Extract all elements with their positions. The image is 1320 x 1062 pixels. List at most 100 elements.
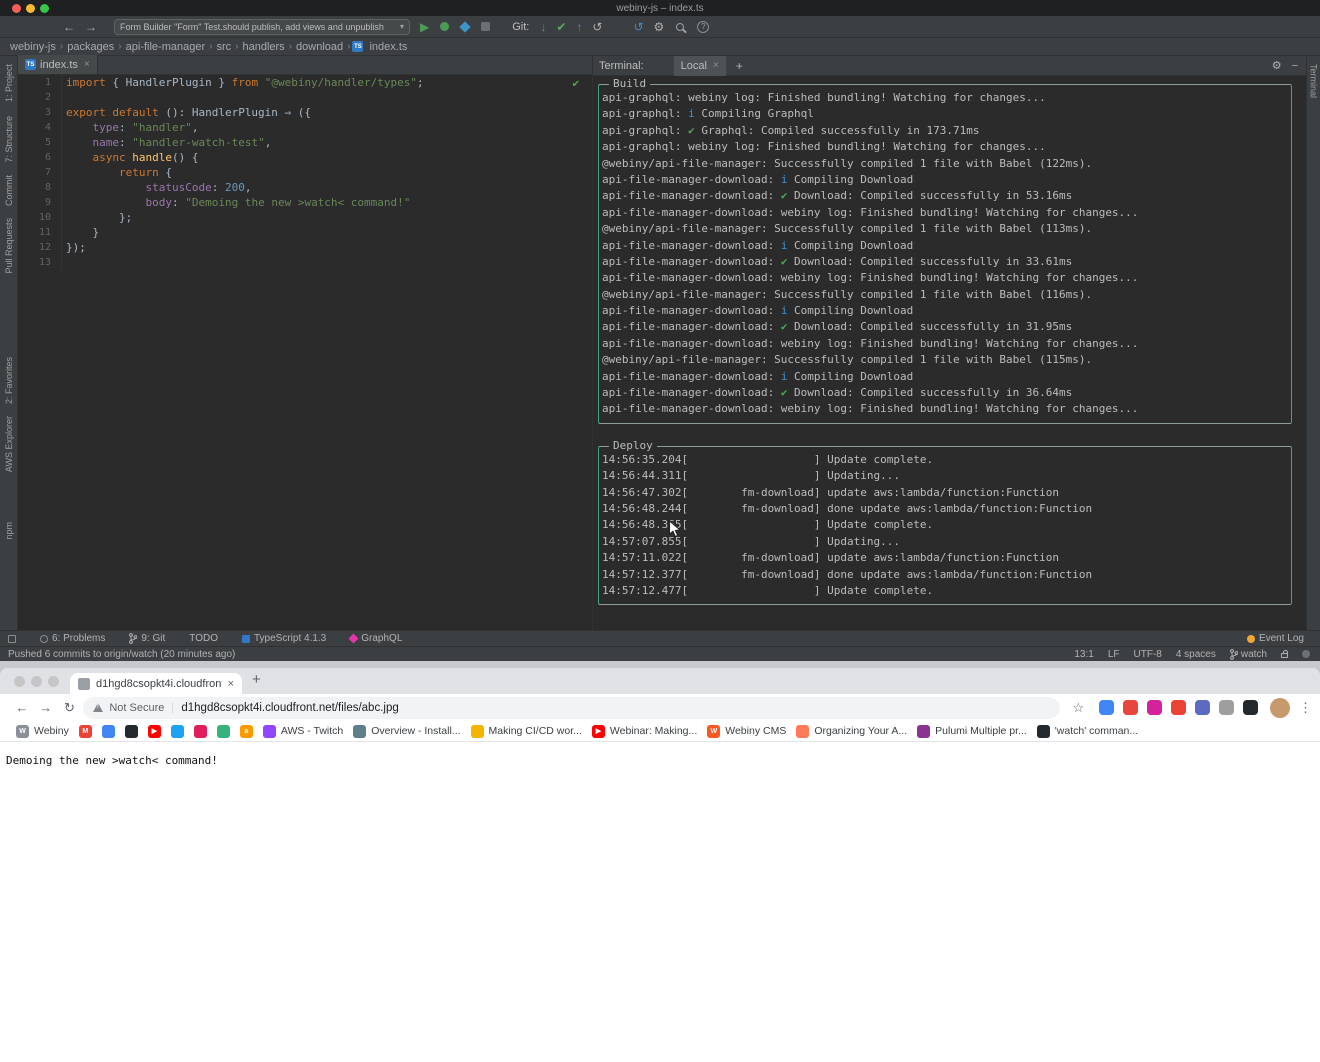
hide-panel-icon[interactable]: − <box>1292 60 1298 72</box>
bookmark-item[interactable] <box>125 725 138 738</box>
file-encoding[interactable]: UTF-8 <box>1134 649 1162 660</box>
bookmark-item[interactable]: ▶ Webinar: Making... <box>592 725 697 738</box>
bookmark-item[interactable] <box>171 725 184 738</box>
breadcrumb-item[interactable]: webiny-js <box>10 41 56 53</box>
browser-menu-icon[interactable]: ⋮ <box>1299 700 1312 716</box>
extension-icon[interactable] <box>1099 700 1114 715</box>
avatar[interactable] <box>1270 698 1290 718</box>
code-line[interactable]: 11 } <box>18 225 592 240</box>
code-line[interactable]: 3 export default (): HandlerPlugin ⇒ ({ <box>18 105 592 120</box>
sidebar-item-structure[interactable]: 7: Structure <box>4 116 14 163</box>
browser-tab[interactable]: d1hgd8csopkt4i.cloudfront.ne × <box>70 673 242 694</box>
code-line[interactable]: 12 }); <box>18 240 592 255</box>
sidebar-item-favorites[interactable]: 2: Favorites <box>4 357 14 404</box>
code-line[interactable]: 4 type: "handler", <box>18 120 592 135</box>
bookmark-item[interactable]: Making CI/CD wor... <box>471 725 582 738</box>
code-line[interactable]: 6 async handle() { <box>18 150 592 165</box>
bookmark-item[interactable] <box>194 725 207 738</box>
bookmark-item[interactable]: ▶ <box>148 725 161 738</box>
git-branch-widget[interactable]: watch <box>1230 649 1267 660</box>
browser-back-icon[interactable]: ← <box>10 700 34 715</box>
code-line[interactable]: 9 body: "Demoing the new >watch< command… <box>18 195 592 210</box>
sidebar-item-npm[interactable]: npm <box>4 522 14 540</box>
profiler-button[interactable] <box>481 22 490 31</box>
code-line[interactable]: 13 <box>18 255 592 270</box>
bookmark-star-icon[interactable]: ☆ <box>1068 700 1088 716</box>
bookmark-item[interactable]: a <box>240 725 253 738</box>
new-terminal-icon[interactable]: + <box>736 59 743 73</box>
sidebar-item-commit[interactable]: Commit <box>4 175 14 206</box>
toolwindow-problems[interactable]: 6: Problems <box>40 633 105 644</box>
extension-icon[interactable] <box>1219 700 1234 715</box>
inspections-level-icon[interactable] <box>1302 650 1310 658</box>
run-configuration-select[interactable]: Form Builder "Form" Test.should publish,… <box>114 19 410 35</box>
extension-icon[interactable] <box>1195 700 1210 715</box>
breadcrumb-item[interactable]: download <box>296 41 343 53</box>
toolwindow-switcher-icon[interactable] <box>8 635 16 643</box>
close-icon[interactable]: × <box>713 60 719 71</box>
git-push-icon[interactable]: ↑ <box>576 21 582 33</box>
ide-zoom-button[interactable] <box>40 4 49 13</box>
browser-zoom-button[interactable] <box>48 676 59 687</box>
close-icon[interactable]: × <box>84 59 90 70</box>
reload-icon[interactable]: ↻ <box>58 700 82 716</box>
bookmark-item[interactable]: 'watch' comman... <box>1037 725 1138 738</box>
toolwindow-typescript[interactable]: TypeScript 4.1.3 <box>242 633 326 644</box>
sidebar-item-terminal[interactable]: Terminal <box>1309 64 1319 98</box>
bookmark-item[interactable]: Pulumi Multiple pr... <box>917 725 1027 738</box>
breadcrumb-item[interactable]: packages <box>67 41 114 53</box>
editor-tab-index-ts[interactable]: TS index.ts × <box>18 55 98 74</box>
run-button[interactable]: ▶ <box>420 21 429 33</box>
sidebar-item-aws-explorer[interactable]: AWS Explorer <box>4 416 14 472</box>
coverage-button[interactable] <box>460 21 471 32</box>
search-everywhere-icon[interactable] <box>676 23 684 31</box>
code-line[interactable]: 2 <box>18 90 592 105</box>
ide-minimize-button[interactable] <box>26 4 35 13</box>
indent-size[interactable]: 4 spaces <box>1176 649 1216 660</box>
bookmark-item[interactable]: M <box>79 725 92 738</box>
lock-icon[interactable] <box>1281 653 1288 658</box>
bookmark-item[interactable]: Organizing Your A... <box>796 725 907 738</box>
git-update-icon[interactable]: ↓ <box>540 21 546 33</box>
code-line[interactable]: 5 name: "handler-watch-test", <box>18 135 592 150</box>
toolwindow-todo[interactable]: TODO <box>189 633 218 644</box>
rollback-icon[interactable]: ↺ <box>633 21 643 33</box>
caret-position[interactable]: 13:1 <box>1074 649 1093 660</box>
code-line[interactable]: 7 return { <box>18 165 592 180</box>
git-history-icon[interactable]: ↺ <box>592 21 602 33</box>
code-line[interactable]: 1 import { HandlerPlugin } from "@webiny… <box>18 75 592 90</box>
terminal-tab-local[interactable]: Local × <box>674 56 726 76</box>
toolwindow-event-log[interactable]: Event Log <box>1247 633 1304 644</box>
breadcrumb-item[interactable]: index.ts <box>369 41 407 53</box>
settings-gear-icon[interactable]: ⚙ <box>654 21 665 33</box>
breadcrumb-item[interactable]: src <box>216 41 231 53</box>
help-icon[interactable]: ? <box>697 21 709 33</box>
toolwindow-graphql[interactable]: GraphQL <box>350 633 402 644</box>
url-text[interactable]: d1hgd8csopkt4i.cloudfront.net/files/abc.… <box>181 702 398 714</box>
browser-close-button[interactable] <box>14 676 25 687</box>
browser-minimize-button[interactable] <box>31 676 42 687</box>
bookmark-item[interactable] <box>102 725 115 738</box>
terminal-output[interactable]: Build api-graphql: webiny log: Finished … <box>593 84 1306 638</box>
forward-icon[interactable]: → <box>85 21 97 33</box>
code-line[interactable]: 8 statusCode: 200, <box>18 180 592 195</box>
not-secure-icon[interactable] <box>93 703 103 712</box>
ide-close-button[interactable] <box>12 4 21 13</box>
bookmark-item[interactable]: Overview - Install... <box>353 725 460 738</box>
debug-button[interactable] <box>440 22 449 31</box>
bookmark-item[interactable] <box>217 725 230 738</box>
code-editor[interactable]: ✔ 1 import { HandlerPlugin } from "@webi… <box>18 75 592 630</box>
extension-icon[interactable] <box>1171 700 1186 715</box>
sidebar-item-project[interactable]: 1: Project <box>4 64 14 102</box>
terminal-settings-gear-icon[interactable]: ⚙ <box>1272 59 1282 72</box>
bookmark-item[interactable]: W Webiny CMS <box>707 725 786 738</box>
sidebar-item-pull-requests[interactable]: Pull Requests <box>4 218 14 274</box>
breadcrumb-item[interactable]: handlers <box>242 41 284 53</box>
code-line[interactable]: 10 }; <box>18 210 592 225</box>
bookmark-item[interactable]: AWS - Twitch <box>263 725 343 738</box>
breadcrumb-item[interactable]: api-file-manager <box>126 41 205 53</box>
extension-icon[interactable] <box>1243 700 1258 715</box>
browser-forward-icon[interactable]: → <box>34 700 58 715</box>
extension-icon[interactable] <box>1123 700 1138 715</box>
toolwindow-git[interactable]: 9: Git <box>129 633 165 644</box>
